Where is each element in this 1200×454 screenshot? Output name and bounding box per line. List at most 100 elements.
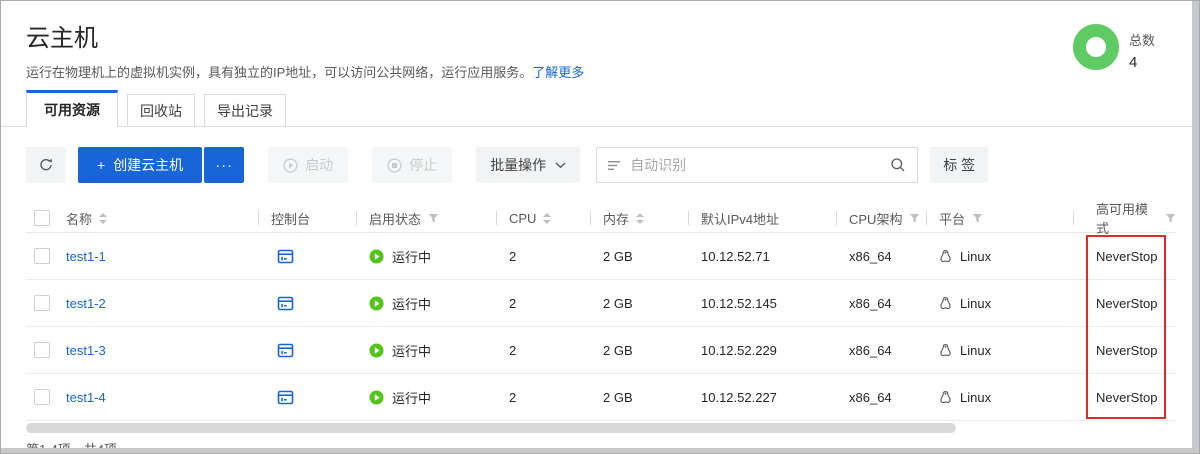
table-row: test1-4 运行中 2 2 GB 10.12.52.227: [26, 374, 1176, 421]
arch-cell: x86_64: [849, 343, 939, 358]
batch-actions-label: 批量操作: [490, 155, 546, 175]
cpu-cell: 2: [509, 343, 603, 358]
memory-cell: 2 GB: [603, 296, 701, 311]
status-cell: 运行中: [369, 341, 509, 360]
page-description-text: 运行在物理机上的虚拟机实例，具有独立的IP地址，可以访问公共网络，运行应用服务。: [26, 65, 532, 80]
horizontal-scrollbar[interactable]: [26, 423, 956, 433]
cpu-cell: 2: [509, 249, 603, 264]
running-status-icon: [369, 296, 384, 311]
memory-cell: 2 GB: [603, 249, 701, 264]
tab-export-records[interactable]: 导出记录: [204, 94, 286, 127]
console-icon[interactable]: [277, 390, 294, 405]
memory-cell: 2 GB: [603, 390, 701, 405]
stop-icon: [387, 158, 402, 173]
running-status-icon: [369, 343, 384, 358]
sort-icon[interactable]: [543, 213, 551, 224]
host-name-link[interactable]: test1-4: [66, 390, 106, 405]
row-checkbox[interactable]: [34, 389, 50, 405]
filter-funnel-icon[interactable]: [909, 213, 920, 224]
total-donut-chart: [1073, 24, 1119, 70]
total-value: 4: [1129, 54, 1155, 71]
filter-funnel-icon[interactable]: [972, 213, 983, 224]
host-table: 名称 控制台 启用状态 CPU 内存 默认IPv4地址: [26, 199, 1176, 421]
refresh-button[interactable]: [26, 147, 66, 183]
create-host-label: 创建云主机: [113, 155, 183, 175]
column-header-platform[interactable]: 平台: [939, 209, 1086, 228]
create-host-button[interactable]: + 创建云主机: [78, 147, 202, 183]
linux-penguin-icon: [939, 390, 952, 405]
table-row: test1-1 运行中 2 2 GB 10.12.52.71: [26, 233, 1176, 280]
ip-cell: 10.12.52.229: [701, 343, 849, 358]
column-header-status[interactable]: 启用状态: [369, 209, 509, 228]
more-actions-button[interactable]: ···: [204, 147, 244, 183]
status-cell: 运行中: [369, 294, 509, 313]
search-icon[interactable]: [890, 157, 906, 173]
tag-button[interactable]: 标 签: [930, 147, 988, 183]
console-icon[interactable]: [277, 296, 294, 311]
ip-cell: 10.12.52.145: [701, 296, 849, 311]
linux-penguin-icon: [939, 296, 952, 311]
status-text: 运行中: [392, 341, 431, 360]
row-checkbox[interactable]: [34, 248, 50, 264]
host-name-link[interactable]: test1-3: [66, 343, 106, 358]
column-header-cpu[interactable]: CPU: [509, 211, 603, 226]
page-title: 云主机: [26, 18, 584, 53]
search-input[interactable]: [630, 157, 881, 173]
page-description: 运行在物理机上的虚拟机实例，具有独立的IP地址，可以访问公共网络，运行应用服务。…: [26, 62, 584, 81]
learn-more-link[interactable]: 了解更多: [532, 65, 584, 80]
table-row: test1-3 运行中 2 2 GB 10.12.52.229: [26, 327, 1176, 374]
ha-mode-cell: NeverStop: [1086, 296, 1176, 311]
platform-cell: Linux: [939, 296, 1086, 311]
start-button[interactable]: 启动: [268, 147, 348, 183]
column-header-memory[interactable]: 内存: [603, 209, 701, 228]
table-header-row: 名称 控制台 启用状态 CPU 内存 默认IPv4地址: [26, 199, 1176, 233]
sort-icon[interactable]: [99, 213, 107, 224]
host-name-link[interactable]: test1-1: [66, 249, 106, 264]
column-header-ip: 默认IPv4地址: [701, 209, 849, 228]
platform-cell: Linux: [939, 390, 1086, 405]
select-all-checkbox[interactable]: [34, 210, 50, 226]
start-icon: [283, 158, 298, 173]
refresh-icon: [38, 157, 54, 173]
ip-cell: 10.12.52.227: [701, 390, 849, 405]
linux-penguin-icon: [939, 343, 952, 358]
row-checkbox[interactable]: [34, 295, 50, 311]
stop-button[interactable]: 停止: [372, 147, 452, 183]
console-icon[interactable]: [277, 249, 294, 264]
ha-mode-cell: NeverStop: [1086, 249, 1176, 264]
host-name-link[interactable]: test1-2: [66, 296, 106, 311]
arch-cell: x86_64: [849, 390, 939, 405]
platform-text: Linux: [960, 343, 991, 358]
running-status-icon: [369, 249, 384, 264]
column-header-ha-mode[interactable]: 高可用模式: [1086, 199, 1176, 237]
memory-cell: 2 GB: [603, 343, 701, 358]
status-text: 运行中: [392, 388, 431, 407]
arch-cell: x86_64: [849, 249, 939, 264]
start-label: 启动: [305, 155, 333, 175]
batch-actions-button[interactable]: 批量操作: [476, 147, 580, 183]
platform-text: Linux: [960, 390, 991, 405]
toolbar: + 创建云主机 ··· 启动 停止 批量操作: [26, 147, 988, 183]
status-cell: 运行中: [369, 388, 509, 407]
sort-icon[interactable]: [636, 213, 644, 224]
vertical-scrollbar[interactable]: [1192, 1, 1199, 449]
running-status-icon: [369, 390, 384, 405]
tab-bar: 可用资源 回收站 导出记录: [1, 90, 1199, 127]
tab-available-resources[interactable]: 可用资源: [26, 90, 118, 127]
console-icon[interactable]: [277, 343, 294, 358]
cloud-host-page: 云主机 运行在物理机上的虚拟机实例，具有独立的IP地址，可以访问公共网络，运行应…: [0, 0, 1200, 454]
plus-icon: +: [97, 157, 105, 173]
filter-funnel-icon[interactable]: [1165, 213, 1176, 224]
row-checkbox[interactable]: [34, 342, 50, 358]
platform-text: Linux: [960, 249, 991, 264]
total-label: 总数: [1129, 30, 1155, 49]
status-text: 运行中: [392, 294, 431, 313]
status-cell: 运行中: [369, 247, 509, 266]
tab-recycle-bin[interactable]: 回收站: [127, 94, 195, 127]
column-header-name[interactable]: 名称: [66, 209, 271, 228]
platform-text: Linux: [960, 296, 991, 311]
ha-mode-cell: NeverStop: [1086, 390, 1176, 405]
search-box: [596, 147, 918, 183]
ha-mode-cell: NeverStop: [1086, 343, 1176, 358]
filter-funnel-icon[interactable]: [428, 213, 439, 224]
